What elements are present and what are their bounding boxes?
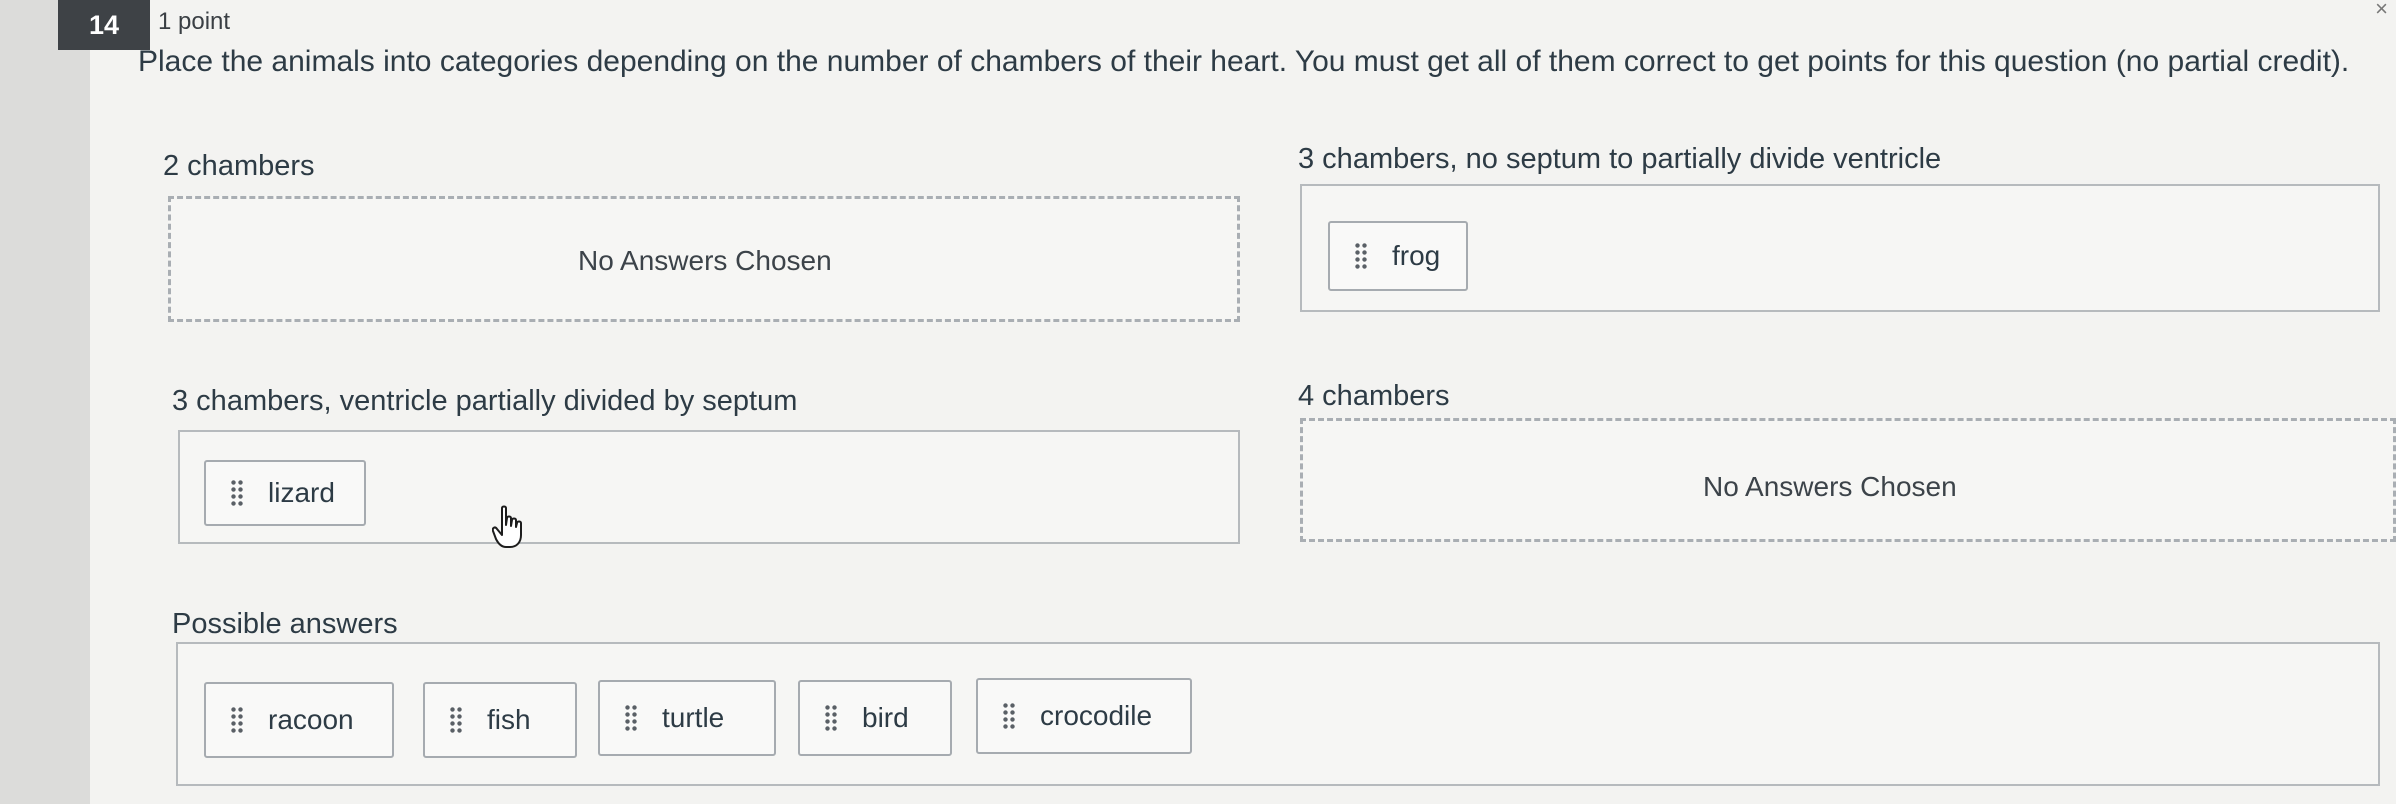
grip-vertical-icon <box>1354 242 1368 270</box>
answer-chip-label: bird <box>862 702 909 733</box>
question-number: 14 <box>58 0 150 50</box>
answer-chip-fish[interactable]: fish <box>423 682 577 758</box>
grip-vertical-icon <box>449 706 463 734</box>
category-label-2-chambers: 2 chambers <box>163 150 315 182</box>
answer-chip-bird[interactable]: bird <box>798 680 952 756</box>
possible-answers-pool[interactable]: racoon fish turtle bird crocodile <box>176 642 2380 786</box>
possible-answers-label: Possible answers <box>172 608 398 640</box>
category-label-4-chambers: 4 chambers <box>1298 380 1450 412</box>
grip-vertical-icon <box>624 704 638 732</box>
answer-chip-turtle[interactable]: turtle <box>598 680 776 756</box>
category-label-3-chambers-septum: 3 chambers, ventricle partially divided … <box>172 385 798 417</box>
grip-vertical-icon <box>230 706 244 734</box>
left-gutter <box>0 0 90 804</box>
answer-chip-label: turtle <box>662 702 725 733</box>
category-label-3-chambers-no-septum: 3 chambers, no septum to partially divid… <box>1298 143 1942 175</box>
answer-chip-label: crocodile <box>1040 700 1153 731</box>
dropzone-empty-text: No Answers Chosen <box>1703 471 1957 502</box>
answer-chip-label: racoon <box>268 704 354 735</box>
grip-vertical-icon <box>230 479 244 507</box>
grip-vertical-icon <box>824 704 838 732</box>
dropzone-3-chambers-septum[interactable]: lizard <box>178 430 1240 544</box>
dropzone-4-chambers[interactable]: No Answers Chosen <box>1300 418 2396 542</box>
answer-chip-frog[interactable]: frog <box>1328 221 1468 291</box>
close-icon: × <box>2375 0 2388 21</box>
answer-chip-racoon[interactable]: racoon <box>204 682 394 758</box>
dropzone-3-chambers-no-septum[interactable]: frog <box>1300 184 2380 312</box>
answer-chip-lizard[interactable]: lizard <box>204 460 366 526</box>
hand-pointer-icon <box>491 505 526 554</box>
dropzone-empty-text: No Answers Chosen <box>578 245 832 276</box>
question-prompt: Place the animals into categories depend… <box>138 45 2350 78</box>
answer-chip-crocodile[interactable]: crocodile <box>976 678 1192 754</box>
answer-chip-label: frog <box>1392 240 1441 271</box>
answer-chip-label: fish <box>487 704 531 735</box>
dropzone-2-chambers[interactable]: No Answers Chosen <box>168 196 1240 322</box>
grip-vertical-icon <box>1002 702 1016 730</box>
answer-chip-label: lizard <box>268 477 335 508</box>
question-points: 1 point <box>158 8 231 35</box>
